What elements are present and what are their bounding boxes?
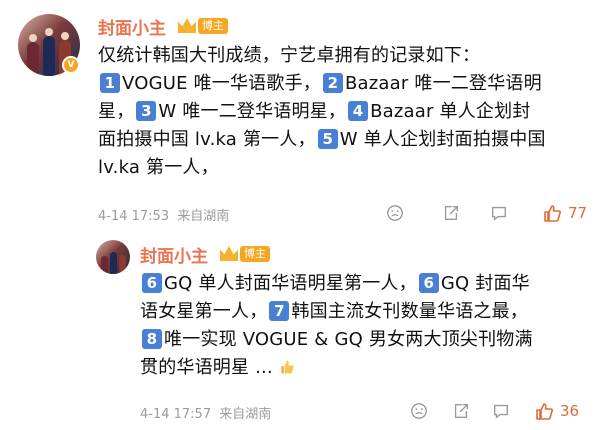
username[interactable]: 封面小主 <box>98 14 166 39</box>
crown-icon <box>178 18 196 33</box>
username[interactable]: 封面小主 <box>140 242 208 267</box>
like-icon[interactable] <box>542 203 562 223</box>
blogger-badge: 博主 <box>198 18 228 34</box>
number-6-badge: 6 <box>418 273 439 293</box>
comment-text: 仅统计韩国大刊成绩，宁艺卓拥有的记录如下： 1 VOGUE 唯一华语歌手， 2 Baz… <box>98 45 546 178</box>
timestamp: 4-14 17:57 <box>140 407 212 422</box>
like-count: 77 <box>568 204 588 222</box>
emoji-icon[interactable] <box>410 402 428 420</box>
crown-icon <box>220 246 238 261</box>
like-icon[interactable] <box>534 401 554 421</box>
reply-actions: 36 <box>410 401 579 421</box>
number-4-badge: 4 <box>348 101 369 121</box>
number-8-badge: 8 <box>142 329 162 349</box>
number-5-badge: 5 <box>317 129 338 149</box>
number-6-badge: 6 <box>142 273 162 293</box>
blogger-badge: 博主 <box>240 246 270 262</box>
number-2-badge: 2 <box>322 73 343 93</box>
emoji-icon[interactable] <box>386 204 404 222</box>
number-3-badge: 3 <box>136 101 157 121</box>
comment-icon[interactable] <box>490 204 508 222</box>
timestamp: 4-14 17:53 <box>98 209 170 224</box>
verified-badge-icon: V <box>62 56 80 74</box>
thumbs-up-emoji-icon <box>281 360 294 374</box>
number-7-badge: 7 <box>269 301 290 321</box>
location: 来自湖南 <box>177 209 230 224</box>
reply-meta: 4-14 17:57 来自湖南 <box>140 403 271 422</box>
avatar[interactable] <box>96 240 130 274</box>
share-icon[interactable] <box>452 402 470 420</box>
share-icon[interactable] <box>442 204 460 222</box>
comment-meta: 4-14 17:53 来自湖南 <box>98 205 229 224</box>
like-count: 36 <box>560 402 580 420</box>
comment-actions: 77 <box>386 203 587 223</box>
location: 来自湖南 <box>219 407 272 422</box>
reply-text: 6 GQ 单人封面华语明星第一人， 6 GQ 封面华 语女星第一人， 7 韩国主流女刊数量… <box>140 273 533 378</box>
number-1-badge: 1 <box>100 73 120 93</box>
comment-icon[interactable] <box>492 402 510 420</box>
